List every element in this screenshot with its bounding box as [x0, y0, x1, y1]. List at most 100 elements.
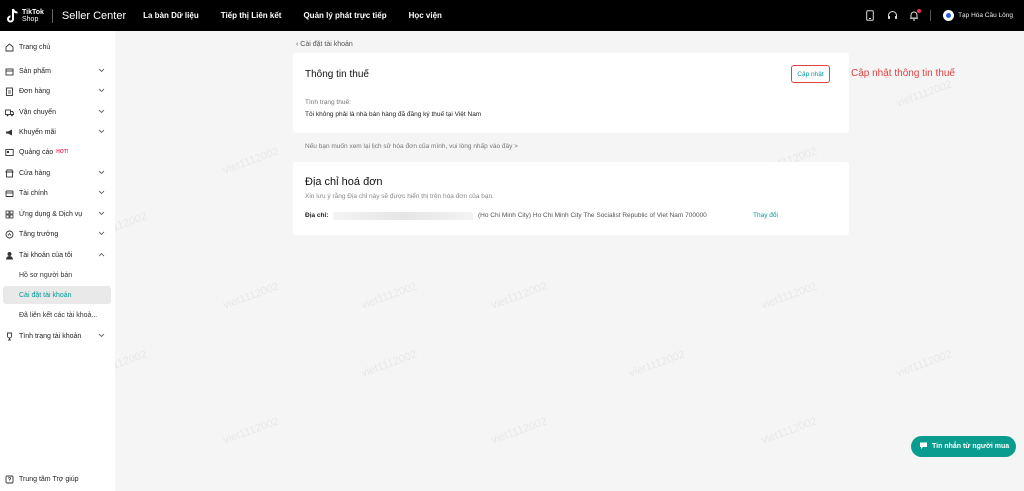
seller-center-title: Seller Center	[61, 9, 127, 22]
sidebar-item-orders[interactable]: Đơn hàng	[0, 81, 115, 101]
watermark: viet1112002	[221, 145, 281, 177]
store-menu[interactable]: Tạp Hóa Cầu Lông	[943, 10, 1013, 21]
notification-dot	[917, 8, 922, 13]
chevron-down-icon	[98, 231, 105, 238]
sidebar-item-home[interactable]: Trang chủ	[0, 37, 115, 57]
chevron-down-icon	[98, 333, 105, 340]
watermark: viet1112002	[759, 415, 819, 447]
chevron-down-icon	[98, 170, 105, 177]
sidebar-item-label: Quảng cáo	[19, 148, 54, 156]
tax-status-label: Tình trạng thuế:	[305, 99, 351, 106]
watermark: viet1112002	[221, 280, 281, 312]
invoice-history-link[interactable]: Nếu bạn muốn xem lại lịch sử hóa đơn của…	[305, 143, 518, 150]
tiktok-shop-logo[interactable]: TikTok Shop	[7, 8, 44, 24]
sidebar-item-finance[interactable]: Tài chính	[0, 183, 115, 203]
store-name: Tạp Hóa Cầu Lông	[958, 12, 1013, 19]
sidebar-item-account-status[interactable]: Tình trạng tài khoản	[0, 326, 115, 346]
sidebar: Trang chủ Sản phẩm Đơn hàng Vận chuyển K…	[0, 31, 115, 491]
address-value: (Ho Chi Minh City) Ho Chi Minh City The …	[478, 212, 707, 219]
sidebar-item-label: Tài khoản của tôi	[19, 251, 73, 259]
sidebar-item-label: Trang chủ	[19, 43, 51, 51]
sidebar-item-label: Sản phẩm	[19, 67, 51, 75]
sidebar-item-shipping[interactable]: Vận chuyển	[0, 102, 115, 122]
watermark: viet1112002	[359, 348, 419, 380]
sidebar-subitem-seller-profile[interactable]: Hồ sơ người bán	[3, 266, 111, 284]
watermark: viet1112002	[489, 415, 549, 447]
invoice-address-card: Địa chỉ hoá đơn Xin lưu ý rằng Địa chỉ n…	[293, 162, 849, 235]
home-icon	[5, 42, 14, 52]
sidebar-subitem-account-settings[interactable]: Cài đặt tài khoản	[3, 286, 111, 304]
divider	[930, 10, 932, 21]
sidebar-item-label: Tăng trưởng	[19, 230, 59, 238]
watermark: viet1112002	[894, 348, 954, 380]
logo-line2: Shop	[22, 15, 39, 23]
sidebar-item-products[interactable]: Sản phẩm	[0, 61, 115, 81]
nav-academy[interactable]: Học viện	[409, 11, 442, 20]
help-center-label: Trung tâm Trợ giúp	[19, 476, 79, 483]
chevron-down-icon	[98, 190, 105, 197]
chevron-down-icon	[98, 211, 105, 218]
back-link[interactable]: ‹ Cài đặt tài khoản	[296, 41, 353, 48]
watermark: viet1112002	[759, 280, 819, 312]
buyer-messages-button[interactable]: Tin nhắn từ người mua	[911, 436, 1016, 457]
help-icon	[5, 475, 14, 484]
chevron-down-icon	[98, 129, 105, 136]
apps-icon	[5, 210, 14, 219]
store-avatar	[943, 10, 955, 21]
chevron-down-icon	[98, 109, 105, 116]
megaphone-icon	[5, 128, 14, 137]
sidebar-item-store[interactable]: Cửa hàng	[0, 163, 115, 183]
headset-icon[interactable]	[886, 10, 898, 22]
sidebar-item-apps[interactable]: Ứng dụng & Dịch vụ	[0, 204, 115, 224]
store-icon	[5, 169, 14, 178]
chevron-down-icon	[98, 88, 105, 95]
ads-icon	[5, 148, 14, 157]
growth-icon	[5, 230, 14, 239]
sidebar-subitem-linked-accounts[interactable]: Đã liên kết các tài khoả...	[3, 306, 111, 324]
sidebar-item-my-account[interactable]: Tài khoản của tôi	[0, 245, 115, 265]
tax-info-card: Thông tin thuế Cập nhật Tình trạng thuế:…	[293, 53, 849, 133]
tax-info-title: Thông tin thuế	[305, 69, 369, 80]
bell-icon[interactable]	[908, 8, 922, 22]
trophy-icon	[5, 332, 14, 341]
truck-icon	[5, 108, 14, 117]
top-bar: TikTok Shop Seller Center La bàn Dữ liệu…	[0, 0, 1024, 31]
nav-data-compass[interactable]: La bàn Dữ liệu	[143, 11, 199, 20]
buyer-messages-label: Tin nhắn từ người mua	[932, 443, 1010, 450]
chat-icon	[919, 441, 928, 452]
clipboard-icon	[5, 87, 14, 96]
address-label: Địa chỉ:	[305, 212, 329, 219]
hot-badge: HOT!	[56, 149, 69, 155]
sidebar-item-label: Tình trạng tài khoản	[19, 332, 82, 340]
nav-affiliate[interactable]: Tiếp thị Liên kết	[221, 11, 282, 20]
sidebar-item-label: Cửa hàng	[19, 169, 51, 177]
annotation-text: Cập nhật thông tin thuế	[851, 68, 955, 79]
help-center-link[interactable]: Trung tâm Trợ giúp	[5, 475, 79, 484]
chevron-down-icon	[98, 68, 105, 75]
phone-icon[interactable]	[864, 10, 876, 22]
tax-status-value: Tôi không phải là nhà bán hàng đã đăng k…	[305, 111, 482, 118]
sidebar-item-label: Khuyến mãi	[19, 128, 56, 136]
watermark: viet1112002	[221, 415, 281, 447]
change-address-link[interactable]: Thay đổi	[753, 212, 778, 219]
tiktok-logo-icon	[7, 8, 19, 24]
sidebar-item-ads[interactable]: Quảng cáo HOT!	[0, 142, 115, 162]
sidebar-item-promotions[interactable]: Khuyến mãi	[0, 122, 115, 142]
update-tax-button[interactable]: Cập nhật	[791, 65, 830, 83]
user-icon	[5, 251, 14, 260]
watermark: viet1112002	[627, 348, 687, 380]
watermark: viet1112002	[359, 280, 419, 312]
watermark: viet1112002	[894, 78, 954, 110]
address-redacted	[333, 212, 473, 220]
sidebar-item-label: Đơn hàng	[19, 87, 51, 95]
watermark: viet1112002	[489, 280, 549, 312]
sidebar-item-label: Vận chuyển	[19, 108, 56, 116]
logo-line1: TikTok	[22, 8, 44, 16]
invoice-address-description: Xin lưu ý rằng Địa chỉ này sẽ được hiển …	[305, 193, 494, 200]
nav-live[interactable]: Quản lý phát trực tiếp	[303, 11, 386, 20]
back-label: Cài đặt tài khoản	[300, 41, 353, 48]
invoice-address-title: Địa chỉ hoá đơn	[305, 176, 383, 188]
sidebar-item-growth[interactable]: Tăng trưởng	[0, 224, 115, 244]
box-icon	[5, 67, 14, 76]
chevron-up-icon	[98, 252, 105, 259]
